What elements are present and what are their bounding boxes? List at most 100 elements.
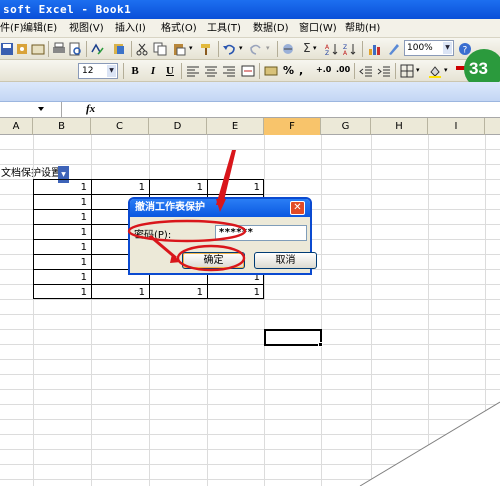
cell-b5[interactable]: 1	[33, 240, 91, 255]
print-preview-icon[interactable]	[68, 42, 82, 56]
zoom-select[interactable]: 100% ▼	[404, 40, 454, 56]
toolbar-separator	[395, 63, 396, 79]
active-cell[interactable]	[264, 329, 322, 346]
chart-wizard-icon[interactable]	[368, 42, 382, 56]
column-header-f[interactable]: F	[264, 118, 321, 135]
svg-text:?: ?	[463, 46, 468, 56]
permission-icon[interactable]	[15, 42, 29, 56]
format-painter-icon[interactable]	[199, 42, 213, 56]
align-left-icon[interactable]	[186, 64, 200, 78]
close-icon[interactable]: ✕	[290, 201, 305, 215]
underline-icon[interactable]: U	[163, 64, 177, 78]
column-header-g[interactable]: G	[321, 118, 371, 135]
menu-tools[interactable]: 工具(T)	[207, 22, 241, 35]
bold-icon[interactable]: B	[128, 64, 142, 78]
name-box[interactable]	[0, 102, 62, 117]
password-input[interactable]: ******	[215, 225, 307, 241]
toolbar-separator	[123, 63, 124, 79]
cell-d1[interactable]: 1	[149, 180, 207, 195]
save-icon[interactable]	[0, 42, 14, 56]
font-size-select[interactable]: 12 ▼	[78, 63, 118, 79]
chevron-down-icon[interactable]: ▾	[313, 44, 317, 52]
protection-toolbar: 文档保护设置 ▼	[0, 82, 500, 183]
chevron-down-icon[interactable]: ▾	[266, 44, 270, 52]
column-header-i[interactable]: I	[428, 118, 485, 135]
cell-b3[interactable]: 1	[33, 210, 91, 225]
align-right-icon[interactable]	[222, 64, 236, 78]
sort-descending-icon[interactable]: ZA	[343, 42, 357, 56]
menu-file[interactable]: 件(F)	[0, 22, 24, 35]
increase-decimal-icon[interactable]: +.0	[316, 65, 331, 74]
copy-icon[interactable]	[153, 42, 167, 56]
cell-e1[interactable]: 1	[207, 180, 264, 195]
align-center-icon[interactable]	[204, 64, 218, 78]
cut-icon[interactable]	[135, 42, 149, 56]
sort-ascending-icon[interactable]: AZ	[325, 42, 339, 56]
column-header-d[interactable]: D	[149, 118, 207, 135]
formula-bar: fx	[0, 102, 500, 118]
password-label: 密码(P):	[134, 230, 172, 241]
cell-c8[interactable]: 1	[91, 285, 149, 300]
fill-handle[interactable]	[318, 342, 323, 347]
formatting-toolbar: 12 ▼ B I U % , +.0 .00 ▾ ▾	[0, 60, 500, 82]
font-size-value: 12	[82, 66, 94, 76]
cell-b7[interactable]: 1	[33, 270, 91, 285]
email-icon[interactable]	[31, 42, 45, 56]
cancel-button[interactable]: 取消	[254, 252, 317, 269]
menu-insert[interactable]: 插入(I)	[115, 22, 146, 35]
cell-b8[interactable]: 1	[33, 285, 91, 300]
drawing-icon[interactable]	[387, 42, 401, 56]
increase-indent-icon[interactable]	[377, 64, 391, 78]
column-headers: A B C D E F G H I	[0, 118, 500, 135]
chevron-down-icon[interactable]: ▾	[416, 66, 420, 74]
decrease-indent-icon[interactable]	[359, 64, 373, 78]
cell-e8[interactable]: 1	[207, 285, 264, 300]
column-header-e[interactable]: E	[207, 118, 264, 135]
chevron-down-icon[interactable]: ▼	[443, 42, 452, 54]
print-icon[interactable]	[52, 42, 66, 56]
fill-color-icon[interactable]	[428, 64, 442, 78]
merge-center-icon[interactable]	[241, 64, 255, 78]
cell-d8[interactable]: 1	[149, 285, 207, 300]
chevron-down-icon[interactable]	[38, 107, 44, 111]
menu-format[interactable]: 格式(O)	[161, 22, 197, 35]
column-header-b[interactable]: B	[33, 118, 91, 135]
menu-window[interactable]: 窗口(W)	[299, 22, 337, 35]
cell-c1[interactable]: 1	[91, 180, 149, 195]
standard-toolbar: ▾ ▾ ▾ Σ ▾ AZ ZA 100% ▼ ?	[0, 38, 500, 60]
menu-data[interactable]: 数据(D)	[253, 22, 289, 35]
spelling-icon[interactable]	[90, 42, 104, 56]
cell-b2[interactable]: 1	[33, 195, 91, 210]
currency-icon[interactable]	[264, 64, 278, 78]
undo-icon[interactable]	[222, 42, 236, 56]
decrease-decimal-icon[interactable]: .00	[336, 65, 350, 74]
redo-icon[interactable]	[249, 42, 263, 56]
cell-b6[interactable]: 1	[33, 255, 91, 270]
function-icon[interactable]: fx	[86, 102, 95, 117]
column-header-h[interactable]: H	[371, 118, 428, 135]
toolbar-separator	[218, 41, 219, 57]
dialog-title-bar: 撤消工作表保护	[130, 199, 310, 217]
percent-icon[interactable]: %	[283, 64, 294, 77]
chevron-down-icon[interactable]: ▼	[107, 65, 116, 77]
ok-button[interactable]: 确定	[182, 252, 245, 269]
chevron-down-icon[interactable]: ▾	[444, 66, 448, 74]
hyperlink-icon[interactable]	[281, 42, 295, 56]
cell-b4[interactable]: 1	[33, 225, 91, 240]
comma-style-icon[interactable]: ,	[299, 64, 303, 77]
menu-view[interactable]: 视图(V)	[69, 22, 104, 35]
menu-help[interactable]: 帮助(H)	[345, 22, 380, 35]
menu-edit[interactable]: 编辑(E)	[23, 22, 57, 35]
italic-icon[interactable]: I	[146, 64, 160, 78]
chevron-down-icon[interactable]: ▾	[239, 44, 243, 52]
badge-text: 33	[469, 59, 488, 78]
column-header-c[interactable]: C	[91, 118, 149, 135]
chevron-down-icon[interactable]: ▾	[189, 44, 193, 52]
autosum-icon[interactable]: Σ	[303, 41, 311, 55]
column-header-a[interactable]: A	[0, 118, 33, 135]
research-icon[interactable]	[112, 42, 126, 56]
paste-icon[interactable]	[172, 42, 186, 56]
borders-icon[interactable]	[400, 64, 414, 78]
cell-b1[interactable]: 1	[33, 180, 91, 195]
menu-bar: 件(F) 编辑(E) 视图(V) 插入(I) 格式(O) 工具(T) 数据(D)…	[0, 19, 500, 38]
